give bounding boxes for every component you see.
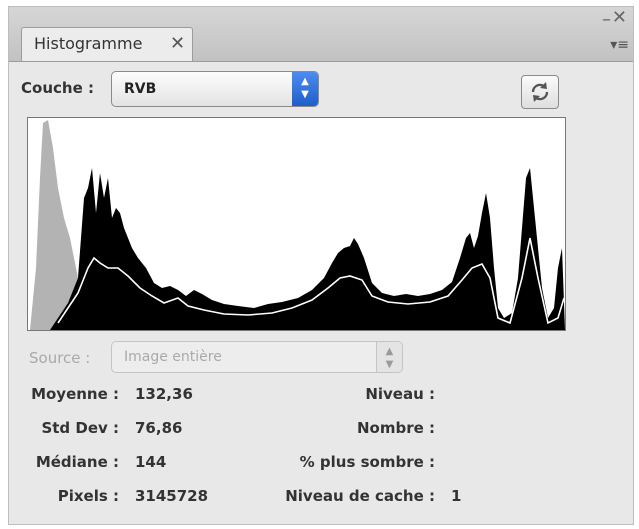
median-value: 144 bbox=[135, 453, 167, 471]
pixels-value: 3145728 bbox=[135, 487, 209, 505]
channel-label: Couche : bbox=[21, 79, 94, 97]
histogram-chart bbox=[30, 120, 565, 330]
refresh-button[interactable] bbox=[521, 75, 559, 109]
close-icon[interactable]: ✕ bbox=[612, 7, 627, 28]
cache-level-value: 1 bbox=[451, 487, 462, 505]
tab-close-icon[interactable]: ✕ bbox=[170, 28, 185, 60]
count-label: Nombre : bbox=[356, 419, 435, 437]
histogram-panel: Histogramme ✕ – ✕ ▾≡ Couche : RVB ▲ ▼ Sou… bbox=[8, 6, 634, 525]
mean-label: Moyenne : bbox=[31, 385, 119, 403]
panel-menu-icon[interactable]: ▾≡ bbox=[610, 37, 629, 53]
minimize-icon[interactable]: – bbox=[602, 9, 611, 30]
refresh-icon bbox=[531, 82, 549, 102]
pixels-label: Pixels : bbox=[57, 487, 119, 505]
stddev-label: Std Dev : bbox=[41, 419, 119, 437]
source-arrows-icon: ▲ ▼ bbox=[376, 342, 402, 372]
panel-titlebar: Histogramme ✕ – ✕ ▾≡ bbox=[9, 7, 633, 62]
channel-select[interactable]: RVB ▲ ▼ bbox=[111, 71, 319, 107]
histogram-area bbox=[50, 168, 565, 330]
source-select-value: Image entière bbox=[124, 349, 222, 365]
percentile-label: % plus sombre : bbox=[299, 453, 435, 471]
source-label: Source : bbox=[29, 349, 91, 367]
source-select: Image entière ▲ ▼ bbox=[111, 341, 403, 373]
select-arrows-icon: ▲ ▼ bbox=[292, 72, 318, 106]
level-label: Niveau : bbox=[365, 385, 435, 403]
channel-select-value: RVB bbox=[124, 81, 157, 97]
cache-level-label: Niveau de cache : bbox=[285, 487, 435, 505]
median-label: Médiane : bbox=[35, 453, 119, 471]
histogram-graph bbox=[27, 117, 566, 331]
tab-label: Histogramme bbox=[34, 34, 143, 53]
mean-value: 132,36 bbox=[135, 385, 193, 403]
stddev-value: 76,86 bbox=[135, 419, 183, 437]
tab-histogramme[interactable]: Histogramme ✕ bbox=[21, 27, 193, 61]
